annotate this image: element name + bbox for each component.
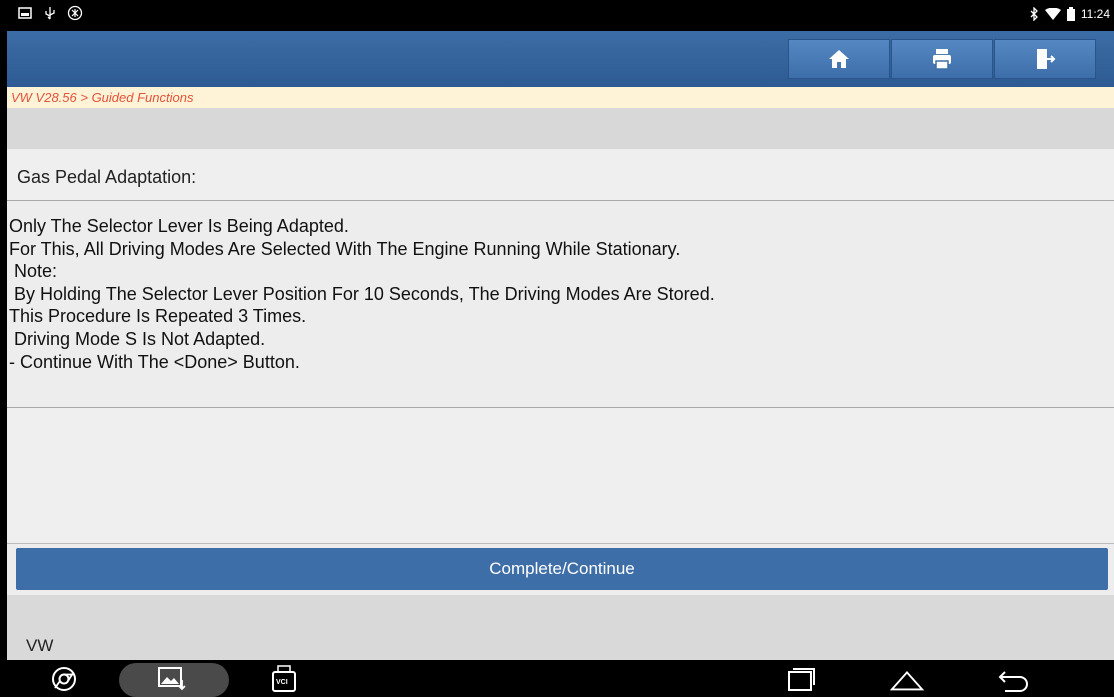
recent-apps-button[interactable] (784, 664, 818, 694)
instruction-line: This Procedure Is Repeated 3 Times. (9, 306, 307, 327)
page-title: Gas Pedal Adaptation: (17, 167, 197, 187)
status-bar: 11:24 (7, 0, 1114, 31)
vci-label: VCI (276, 679, 288, 686)
usb-icon (45, 7, 55, 20)
print-icon (933, 49, 951, 70)
recent-apps-icon (788, 668, 815, 691)
instruction-text: Only The Selector Lever Is Being Adapted… (7, 201, 1114, 408)
clock: 11:24 (1080, 7, 1110, 21)
app-screen: 11:24 VW V28.56 > Guided Functions Gas P… (7, 0, 1114, 697)
breadcrumb: VW V28.56 > Guided Functions (7, 87, 1114, 108)
home-button[interactable] (788, 39, 890, 79)
empty-area (7, 408, 1114, 544)
settings-icon (67, 5, 83, 21)
instruction-line: Only The Selector Lever Is Being Adapted… (9, 216, 349, 236)
exit-icon (1037, 49, 1056, 69)
vehicle-label: VW (26, 636, 54, 655)
instruction-line: By Holding The Selector Lever Position F… (9, 283, 715, 304)
header-bar (7, 31, 1114, 87)
screenshot-button[interactable] (155, 664, 189, 694)
vci-button[interactable]: VCI (267, 664, 301, 694)
footer-bar: VW (7, 595, 1114, 660)
wifi-icon (1044, 8, 1061, 20)
image-download-icon (158, 667, 186, 691)
back-button[interactable] (997, 664, 1031, 694)
print-button[interactable] (891, 39, 993, 79)
instruction-line: Note: (9, 261, 58, 282)
back-icon (998, 671, 1028, 692)
chrome-icon (52, 667, 76, 691)
spacer-bar (7, 108, 1114, 149)
instruction-line: Driving Mode S Is Not Adapted. (9, 328, 266, 349)
home-icon (829, 50, 849, 68)
android-nav-bar: VCI (7, 660, 1114, 697)
gallery-icon (18, 7, 32, 19)
browser-button[interactable] (47, 664, 81, 694)
battery-icon (1066, 7, 1075, 21)
bluetooth-icon (1030, 7, 1038, 21)
home-nav-icon (890, 670, 924, 691)
instruction-line: - Continue With The <Done> Button. (9, 351, 300, 372)
page-title-row: Gas Pedal Adaptation: (7, 150, 1114, 201)
home-nav-button[interactable] (890, 664, 924, 694)
instruction-line: For This, All Driving Modes Are Selected… (9, 238, 681, 259)
complete-continue-button[interactable]: Complete/Continue (16, 548, 1108, 590)
exit-button[interactable] (994, 39, 1096, 79)
